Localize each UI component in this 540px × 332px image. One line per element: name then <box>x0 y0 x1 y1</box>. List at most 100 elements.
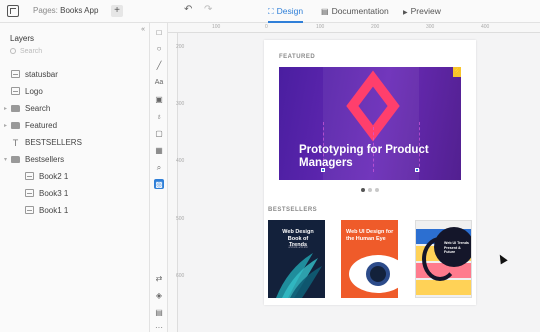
top-bar: Pages: Books App + ↶ ↷ ⛶ Design ▤ Document… <box>0 0 540 23</box>
featured-hero-card[interactable]: Prototyping for Product Managers ⚡ <box>279 67 461 180</box>
ruler-tick-label: 200 <box>176 44 185 50</box>
comment-icon[interactable]: ▤ <box>154 307 164 317</box>
featured-label: FEATURED <box>279 54 316 60</box>
layer-bestsellers-text[interactable]: T BESTSELLERS <box>11 135 82 151</box>
layer-bestsellers[interactable]: ▾ Bestsellers <box>4 152 65 168</box>
carousel-dots <box>361 188 379 192</box>
layer-label: Book3 1 <box>39 189 69 198</box>
carousel-dot-active[interactable] <box>361 188 365 192</box>
layer-label: Book1 1 <box>39 206 69 215</box>
app-logo-icon[interactable] <box>7 5 19 17</box>
folder-icon <box>11 122 20 129</box>
more-icon[interactable]: ··· <box>154 322 164 332</box>
layer-book3[interactable]: Book3 1 <box>25 186 68 202</box>
flow-icon[interactable]: ⇄ <box>154 273 164 283</box>
layer-label: Bestsellers <box>25 155 65 164</box>
tab-documentation[interactable]: ▤ Documentation <box>321 0 389 23</box>
tab-preview[interactable]: ▶ Preview <box>403 0 441 23</box>
tab-documentation-label: Documentation <box>331 6 389 16</box>
rectangle-icon[interactable]: □ <box>154 27 164 37</box>
text-icon: T <box>12 138 19 148</box>
text-icon[interactable]: Aa <box>154 77 164 87</box>
selection-handle[interactable] <box>321 168 325 172</box>
bestsellers-label: BESTSELLERS <box>268 207 318 213</box>
folder-icon <box>11 105 20 112</box>
ruler-tick-label: 100 <box>316 24 325 30</box>
layer-search[interactable]: ▸ Search <box>4 101 51 117</box>
image-icon[interactable]: ▣ <box>154 94 164 104</box>
layer-label: Logo <box>25 87 43 96</box>
play-icon: ▶ <box>403 10 408 16</box>
redo-icon[interactable]: ↷ <box>204 4 212 15</box>
tab-design[interactable]: ⛶ Design <box>268 0 304 23</box>
layer-label: Book2 1 <box>39 172 69 181</box>
ruler-tick-label: 100 <box>212 24 221 30</box>
table-icon[interactable]: ▦ <box>154 145 164 155</box>
ruler-tick-label: 200 <box>371 24 380 30</box>
group-icon <box>25 189 34 197</box>
mouse-cursor-icon <box>496 252 508 265</box>
ruler-tick-label: 500 <box>176 216 185 222</box>
layers-panel: « Layers Search statusbar Logo ▸ Search … <box>0 23 150 332</box>
book-wave-art <box>276 253 322 298</box>
search-icon <box>10 48 16 54</box>
layers-search-input[interactable]: Search <box>10 48 140 60</box>
pages-prefix: Pages: <box>33 6 58 15</box>
carousel-dot[interactable] <box>368 188 372 192</box>
layer-label: Featured <box>25 121 58 130</box>
layers-stack-icon[interactable]: ◈ <box>154 290 164 300</box>
layer-label: statusbar <box>25 70 58 79</box>
folder-icon <box>11 156 20 163</box>
book-title: Web UI Trends Present & Future <box>444 241 469 254</box>
layers-title: Layers <box>10 34 35 43</box>
tools-toolbar: □ ○ ╱ Aa ▣ ♁ ▢ ▦ ⌕ ▩ ⇄ ◈ ▤ ··· <box>150 23 168 332</box>
selection-handle[interactable] <box>415 168 419 172</box>
add-page-button[interactable]: + <box>111 5 123 17</box>
line-icon[interactable]: ╱ <box>154 60 164 70</box>
ruler-tick-label: 300 <box>176 101 185 107</box>
pin-icon[interactable]: ♁ <box>154 111 164 121</box>
search-icon[interactable]: ⌕ <box>154 163 164 173</box>
group-icon <box>25 172 34 180</box>
expand-caret-icon[interactable]: ▸ <box>4 101 7 117</box>
documentation-icon: ▤ <box>321 7 329 16</box>
group-icon <box>25 206 34 214</box>
hero-title: Prototyping for Product Managers <box>299 144 429 169</box>
search-placeholder: Search <box>20 48 43 55</box>
collapse-caret-icon[interactable]: ▾ <box>4 152 7 168</box>
undo-icon[interactable]: ↶ <box>184 4 192 15</box>
layer-statusbar[interactable]: statusbar <box>11 67 58 83</box>
stripe-art <box>416 280 471 295</box>
lightning-icon[interactable]: ⚡ <box>453 67 461 77</box>
design-icon: ⛶ <box>268 7 274 16</box>
ruler-tick-label: 300 <box>426 24 435 30</box>
layer-label: Search <box>25 104 51 113</box>
ruler-tick-label: 400 <box>176 158 185 164</box>
layer-book2[interactable]: Book2 1 <box>25 169 68 185</box>
collapse-panel-icon[interactable]: « <box>141 26 145 33</box>
artboard[interactable]: FEATURED Prototyping for Product Manager… <box>264 40 476 305</box>
tab-preview-label: Preview <box>410 6 441 16</box>
pages-value: Books App <box>60 6 99 15</box>
group-icon <box>11 87 20 95</box>
group-icon <box>11 70 20 78</box>
book-card-3[interactable]: Web UI Trends Present & Future <box>415 220 472 298</box>
embed-icon[interactable]: ▢ <box>154 128 164 138</box>
component-icon[interactable]: ▩ <box>154 179 164 189</box>
ruler-left: 200 300 400 500 600 <box>168 33 184 332</box>
eye-iris-art <box>366 262 390 286</box>
pages-selector[interactable]: Pages: Books App <box>33 6 98 15</box>
layer-logo[interactable]: Logo <box>11 84 43 100</box>
tab-design-label: Design <box>276 6 304 16</box>
carousel-dot[interactable] <box>375 188 379 192</box>
ruler-tick-label: 400 <box>481 24 490 30</box>
layer-featured[interactable]: ▸ Featured <box>4 118 58 134</box>
book-card-1[interactable]: Web Design Book of Trends 2015-2016 <box>268 220 325 298</box>
layer-label: BESTSELLERS <box>25 138 82 147</box>
book-card-2[interactable]: Web UI Design for the Human Eye <box>341 220 398 298</box>
layer-book1[interactable]: Book1 1 <box>25 203 68 219</box>
ellipse-icon[interactable]: ○ <box>154 43 164 53</box>
ruler-tick-label: 600 <box>176 273 185 279</box>
ruler-tick-label: 0 <box>265 24 268 30</box>
expand-caret-icon[interactable]: ▸ <box>4 118 7 134</box>
